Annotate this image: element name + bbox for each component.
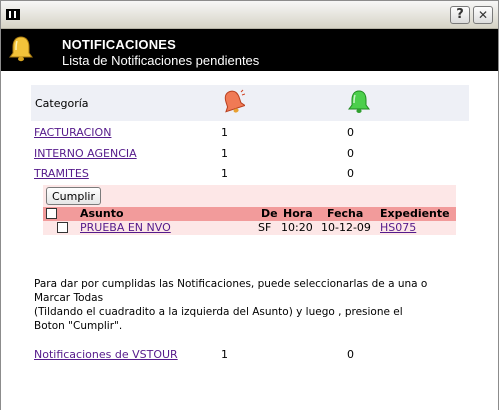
instructions-line: (Tildando el cuadradito a la izquierda d… xyxy=(34,306,403,318)
row-checkbox[interactable] xyxy=(57,222,68,233)
pending-notifications-panel: Cumplir Asunto De Hora Fecha Expediente … xyxy=(43,185,456,235)
main-content: Categoría FACTURACION 1 0 INTERNO AGENCI… xyxy=(1,71,498,410)
title-bar: ? ✕ xyxy=(1,1,498,29)
pause-icon[interactable] xyxy=(6,9,20,20)
done-count: 0 xyxy=(347,147,354,160)
asunto-link[interactable]: PRUEBA EN NVO xyxy=(80,221,171,235)
cell-fecha: 10-12-09 xyxy=(321,221,371,234)
table-row: PRUEBA EN NVO SF 10:20 10-12-09 HS075 xyxy=(43,221,456,235)
expediente-link[interactable]: HS075 xyxy=(380,221,416,235)
page-title: NOTIFICACIONES xyxy=(62,37,177,52)
instructions-line: Para dar por cumplidas las Notificacione… xyxy=(34,278,428,290)
red-bell-icon xyxy=(224,89,245,113)
help-button[interactable]: ? xyxy=(450,6,470,24)
column-asunto: Asunto xyxy=(80,207,124,220)
column-hora: Hora xyxy=(283,207,313,220)
column-fecha: Fecha xyxy=(327,207,364,220)
cell-de: SF xyxy=(258,221,272,234)
done-count: 0 xyxy=(347,126,354,139)
column-expediente: Expediente xyxy=(380,207,450,220)
notifications-window: ? ✕ NOTIFICACIONES Lista de Notificacion… xyxy=(0,0,499,410)
category-link-facturacion[interactable]: FACTURACION xyxy=(34,126,111,139)
yellow-bell-icon xyxy=(9,36,33,62)
cumplir-button[interactable]: Cumplir xyxy=(46,187,101,205)
instructions-line: Boton "Cumplir". xyxy=(34,320,123,332)
pending-count: 1 xyxy=(221,147,228,160)
done-count: 0 xyxy=(347,348,354,361)
category-header: Categoría xyxy=(31,85,469,121)
select-all-checkbox[interactable] xyxy=(46,208,57,219)
instructions-line: Marcar Todas xyxy=(34,292,104,304)
header-banner: NOTIFICACIONES Lista de Notificaciones p… xyxy=(1,29,498,71)
category-label: Categoría xyxy=(35,97,89,110)
pending-count: 1 xyxy=(221,348,228,361)
pending-count: 1 xyxy=(221,167,228,180)
category-link-interno-agencia[interactable]: INTERNO AGENCIA xyxy=(34,147,137,160)
close-button[interactable]: ✕ xyxy=(473,6,493,24)
table-header: Asunto De Hora Fecha Expediente xyxy=(43,207,456,221)
done-count: 0 xyxy=(347,167,354,180)
category-link-tramites[interactable]: TRAMITES xyxy=(34,167,89,180)
green-bell-icon xyxy=(348,90,370,113)
instructions-text: Para dar por cumplidas las Notificacione… xyxy=(34,277,474,333)
column-de: De xyxy=(261,207,278,220)
vstour-notifications-link[interactable]: Notificaciones de VSTOUR xyxy=(34,348,178,361)
cell-hora: 10:20 xyxy=(281,221,313,234)
page-subtitle: Lista de Notificaciones pendientes xyxy=(62,53,260,68)
pending-count: 1 xyxy=(221,126,228,139)
